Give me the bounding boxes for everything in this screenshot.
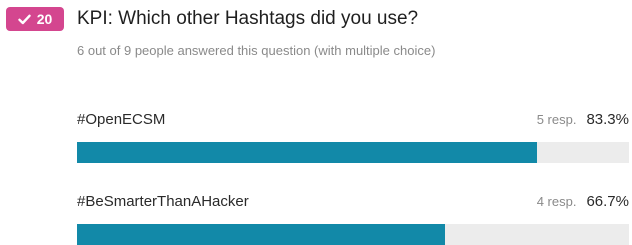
- question-title: KPI: Which other Hashtags did you use?: [77, 8, 419, 29]
- response-count: 4 resp.: [536, 194, 577, 209]
- option-label: #OpenECSM: [77, 111, 166, 128]
- response-percent: 83.3%: [586, 111, 629, 128]
- answer-option: #OpenECSM 5 resp. 83.3%: [77, 111, 629, 163]
- answer-option: #BeSmarterThanAHacker 4 resp. 66.7%: [77, 193, 629, 245]
- question-subtitle: 6 out of 9 people answered this question…: [77, 43, 436, 58]
- option-stats: 5 resp. 83.3%: [537, 111, 629, 129]
- progress-bar-fill: [77, 224, 446, 245]
- response-percent: 66.7%: [586, 193, 629, 210]
- response-count: 5 resp.: [536, 112, 577, 127]
- progress-bar-track: [77, 142, 629, 163]
- question-number: 20: [36, 11, 53, 27]
- survey-results-panel: 20 KPI: Which other Hashtags did you use…: [0, 0, 632, 245]
- check-icon: [18, 14, 31, 25]
- progress-bar-track: [77, 224, 629, 245]
- option-label: #BeSmarterThanAHacker: [77, 193, 249, 210]
- option-stats: 4 resp. 66.7%: [537, 193, 629, 211]
- progress-bar-fill: [77, 142, 537, 163]
- question-number-badge: 20: [6, 7, 64, 31]
